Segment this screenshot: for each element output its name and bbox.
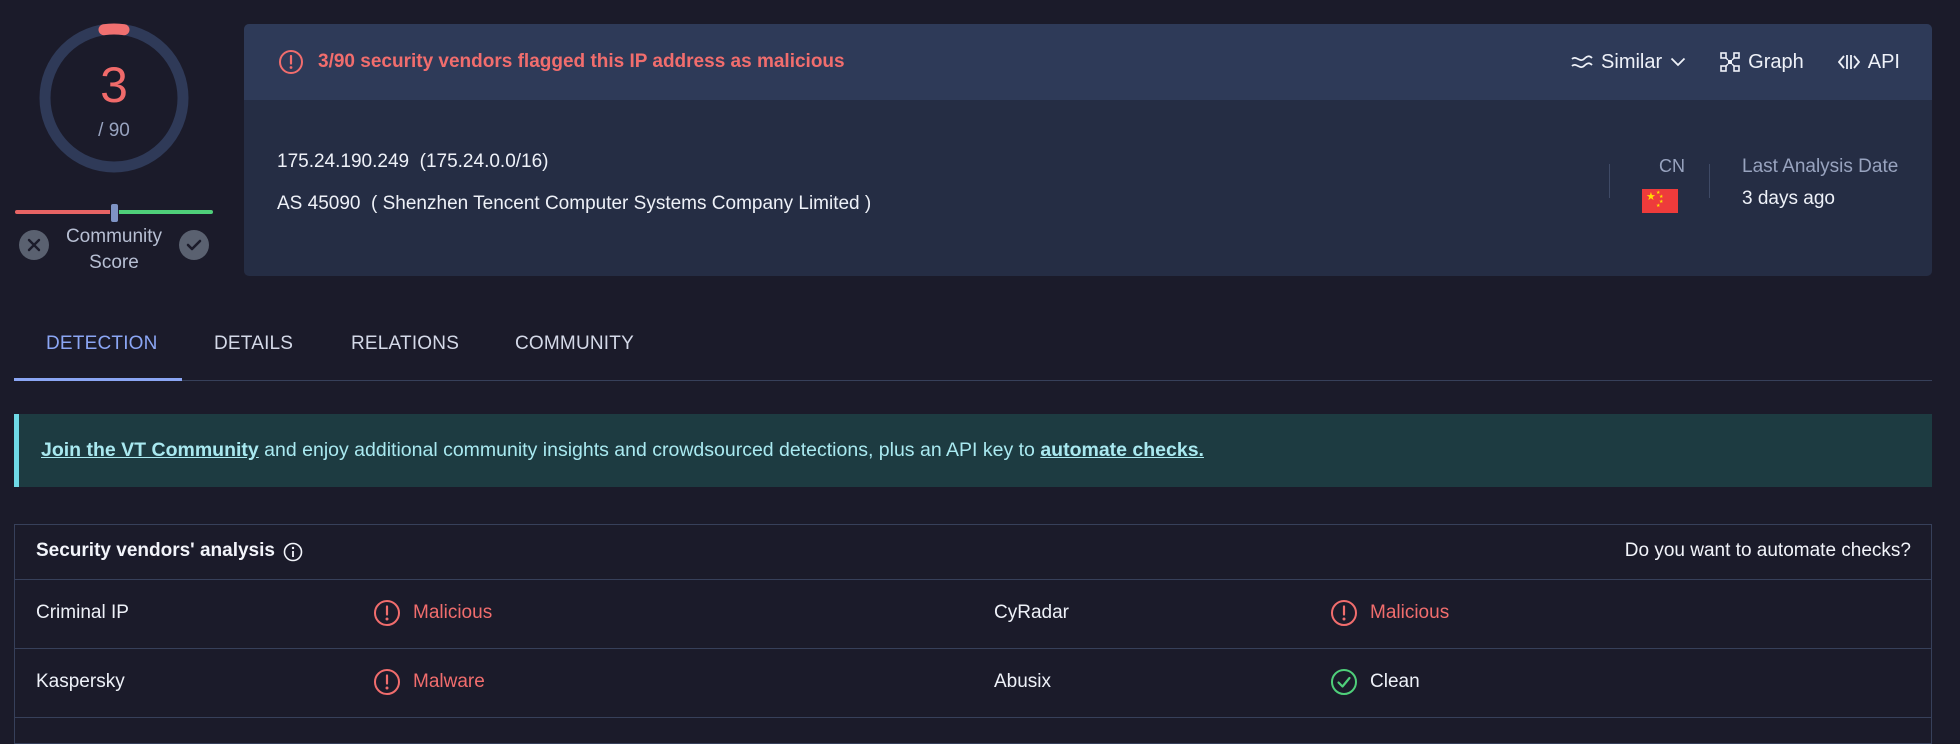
vendor-verdict: Clean <box>1330 668 1420 696</box>
report-header-card: 3/90 security vendors flagged this IP ad… <box>244 24 1932 276</box>
community-banner: Join the VT Community and enjoy addition… <box>14 414 1932 487</box>
automate-checks-prompt[interactable]: Do you want to automate checks? <box>1625 540 1911 562</box>
tab-detection[interactable]: DETECTION <box>46 333 158 355</box>
verdict-label: Clean <box>1370 671 1420 692</box>
table-title: Security vendors' analysis <box>36 540 275 561</box>
report-tabs: DETECTION DETAILS RELATIONS COMMUNITY <box>14 312 1932 381</box>
cn-flag-icon: ★ ★ ★ ★ ★ <box>1642 189 1678 213</box>
alert-circle-icon <box>278 49 304 75</box>
header-actions: Similar Graph API <box>1571 51 1900 74</box>
check-circle-icon <box>1331 669 1357 695</box>
vote-harmless-button[interactable] <box>179 230 209 260</box>
api-label: API <box>1867 50 1900 73</box>
alert-circle-icon <box>1331 600 1357 626</box>
ip-address[interactable]: 175.24.190.249 (175.24.0.0/16) <box>277 151 549 173</box>
active-tab-indicator <box>14 378 182 381</box>
verdict-label: Malicious <box>413 602 493 623</box>
chevron-down-icon <box>1671 57 1686 67</box>
vote-harmful-button[interactable] <box>19 230 49 260</box>
graph-button[interactable]: Graph <box>1720 51 1804 74</box>
check-icon <box>186 239 202 251</box>
autonomous-system[interactable]: AS 45090 ( Shenzhen Tencent Computer Sys… <box>277 193 871 215</box>
alert-circle-icon <box>374 669 400 695</box>
similar-button[interactable]: Similar <box>1571 51 1686 74</box>
vendor-name: Abusix <box>994 671 1052 692</box>
info-icon[interactable] <box>283 542 303 562</box>
divider <box>1709 164 1710 198</box>
community-score-label-text: Community Score <box>65 226 163 273</box>
graph-label: Graph <box>1748 50 1804 73</box>
tab-details[interactable]: DETAILS <box>214 333 293 355</box>
table-row: Kaspersky Malware Abusix Clean <box>15 649 1931 718</box>
automate-checks-link[interactable]: automate checks. <box>1040 439 1204 461</box>
join-community-link[interactable]: Join the VT Community <box>41 439 259 461</box>
graph-icon <box>1720 52 1740 72</box>
alert-bar: 3/90 security vendors flagged this IP ad… <box>244 24 1932 100</box>
similar-icon <box>1571 55 1593 69</box>
tab-relations[interactable]: RELATIONS <box>351 333 459 355</box>
table-row: Criminal IP Malicious CyRadar Malicious <box>15 580 1931 649</box>
banner-text: and enjoy additional community insights … <box>258 439 1041 461</box>
verdict-label: Malicious <box>1370 602 1450 623</box>
similar-label: Similar <box>1601 50 1663 73</box>
community-score-label: Community Score <box>50 224 178 276</box>
divider <box>1609 164 1610 198</box>
api-icon <box>1837 55 1860 69</box>
banner-content: Join the VT Community and enjoy addition… <box>41 439 1204 462</box>
vendor-name: CyRadar <box>994 602 1069 623</box>
verdict-label: Malware <box>413 671 485 692</box>
vendor-verdict: Malicious <box>373 599 492 627</box>
last-analysis-value: 3 days ago <box>1742 188 1835 209</box>
close-icon <box>27 238 41 252</box>
vendor-name: Kaspersky <box>36 671 125 692</box>
table-header: Security vendors' analysis Do you want t… <box>15 525 1931 580</box>
tab-community[interactable]: COMMUNITY <box>515 333 634 355</box>
vendor-verdict: Malicious <box>1330 599 1449 627</box>
detection-score-total: / 90 <box>98 120 130 141</box>
api-button[interactable]: API <box>1837 50 1900 74</box>
vendor-verdict: Malware <box>373 668 485 696</box>
detection-score-widget: 3 / 90 Community Score <box>14 18 214 278</box>
security-vendors-table: Security vendors' analysis Do you want t… <box>14 524 1932 744</box>
vendor-name: Criminal IP <box>36 602 129 623</box>
last-analysis-label: Last Analysis Date <box>1742 156 1899 177</box>
detection-score-value: 3 <box>100 57 128 113</box>
alert-message: 3/90 security vendors flagged this IP ad… <box>318 51 845 72</box>
country-code: CN <box>1659 156 1685 176</box>
community-score-thumb <box>110 203 119 223</box>
alert-circle-icon <box>374 600 400 626</box>
